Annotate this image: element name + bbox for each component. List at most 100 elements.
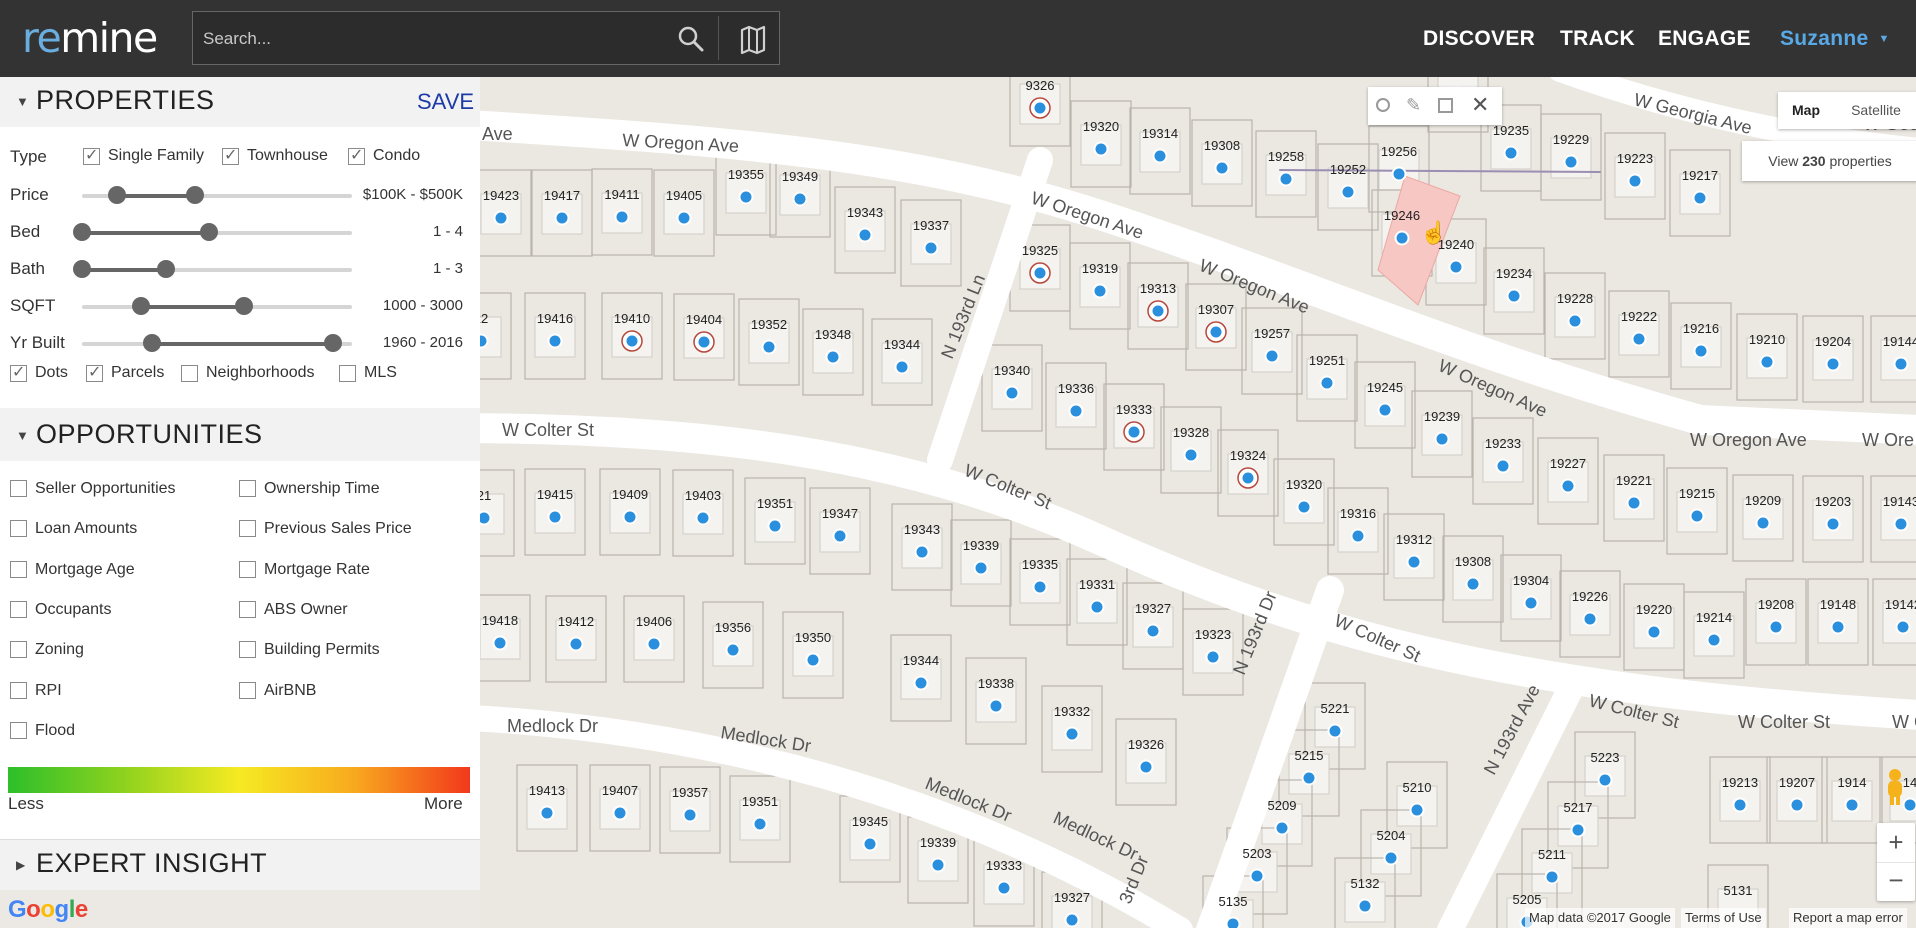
property-dot[interactable]: [1830, 619, 1846, 635]
property-dot[interactable]: [547, 333, 563, 349]
property-dot[interactable]: [1126, 424, 1142, 440]
property-dot[interactable]: [1626, 495, 1642, 511]
property-dot[interactable]: [1249, 868, 1265, 884]
property-dot[interactable]: [1759, 354, 1775, 370]
property-dot[interactable]: [1825, 516, 1841, 532]
range-slider-track[interactable]: [73, 260, 352, 278]
property-dot[interactable]: [825, 349, 841, 365]
property-dot[interactable]: [1844, 797, 1860, 813]
property-dot[interactable]: [930, 857, 946, 873]
range-slider-track[interactable]: [82, 334, 352, 352]
opportunity-checkbox[interactable]: [10, 641, 27, 659]
type-checkbox[interactable]: [83, 145, 100, 165]
property-dot[interactable]: [1205, 649, 1221, 665]
property-dot[interactable]: [914, 544, 930, 560]
property-dot[interactable]: [612, 805, 628, 821]
terms-of-use-link[interactable]: Terms of Use: [1681, 908, 1766, 928]
property-dot[interactable]: [554, 210, 570, 226]
property-dot[interactable]: [1350, 528, 1366, 544]
range-slider-track[interactable]: [73, 223, 352, 241]
property-dot[interactable]: [1274, 820, 1290, 836]
property-dot[interactable]: [614, 209, 630, 225]
property-dot[interactable]: [547, 509, 563, 525]
property-dot[interactable]: [1582, 611, 1598, 627]
street-view-pegman-icon[interactable]: [1877, 767, 1913, 813]
property-dot[interactable]: [568, 636, 584, 652]
property-dot[interactable]: [1377, 402, 1393, 418]
range-slider-max-handle[interactable]: [186, 186, 205, 204]
opportunity-checkbox[interactable]: [239, 520, 256, 538]
opportunity-checkbox[interactable]: [10, 560, 27, 578]
property-dot[interactable]: [913, 675, 929, 691]
property-dot[interactable]: [1434, 431, 1450, 447]
property-dot[interactable]: [1138, 759, 1154, 775]
map-view-icon[interactable]: [737, 24, 769, 56]
property-dot[interactable]: [1357, 898, 1373, 914]
property-dot[interactable]: [832, 528, 848, 544]
layer-checkbox[interactable]: [181, 365, 198, 382]
property-dot[interactable]: [1563, 154, 1579, 170]
property-dot[interactable]: [767, 518, 783, 534]
property-dot[interactable]: [1004, 385, 1020, 401]
property-dot[interactable]: [682, 807, 698, 823]
zoom-in-button[interactable]: +: [1877, 823, 1915, 863]
nav-track[interactable]: TRACK: [1560, 0, 1635, 77]
opportunity-checkbox[interactable]: [10, 480, 27, 497]
property-dot[interactable]: [1768, 619, 1784, 635]
properties-header[interactable]: ▼ PROPERTIES SAVE: [0, 77, 480, 127]
property-dot[interactable]: [1560, 478, 1576, 494]
opportunity-checkbox[interactable]: [239, 560, 256, 578]
property-dot[interactable]: [1089, 599, 1105, 615]
property-dot[interactable]: [480, 333, 489, 349]
property-dot[interactable]: [1895, 619, 1911, 635]
report-map-error-link[interactable]: Report a map error: [1789, 908, 1907, 928]
property-dot[interactable]: [1523, 595, 1539, 611]
property-dot[interactable]: [1296, 499, 1312, 515]
draw-rectangle-icon[interactable]: [1438, 98, 1453, 113]
property-dot[interactable]: [1240, 470, 1256, 486]
zoom-out-button[interactable]: −: [1877, 863, 1915, 901]
property-dot[interactable]: [988, 698, 1004, 714]
close-icon[interactable]: ✕: [1471, 92, 1489, 118]
property-dot[interactable]: [1032, 579, 1048, 595]
property-dot[interactable]: [1340, 184, 1356, 200]
property-dot[interactable]: [738, 189, 754, 205]
property-dot[interactable]: [725, 642, 741, 658]
property-dot[interactable]: [1789, 797, 1805, 813]
property-dot[interactable]: [923, 240, 939, 256]
property-dot[interactable]: [1225, 916, 1241, 928]
property-dot[interactable]: [1544, 869, 1560, 885]
property-dot[interactable]: [646, 636, 662, 652]
property-dot[interactable]: [1706, 632, 1722, 648]
save-button[interactable]: SAVE: [417, 89, 474, 115]
property-dot[interactable]: [894, 359, 910, 375]
property-dot[interactable]: [493, 210, 509, 226]
search-input[interactable]: [201, 20, 665, 58]
property-dot[interactable]: [1406, 554, 1422, 570]
property-dot[interactable]: [1689, 508, 1705, 524]
property-dot[interactable]: [1692, 190, 1708, 206]
property-dot[interactable]: [1893, 356, 1909, 372]
property-dot[interactable]: [624, 333, 640, 349]
type-checkbox[interactable]: [348, 145, 365, 165]
opportunity-checkbox[interactable]: [10, 681, 27, 699]
property-dot[interactable]: [480, 510, 492, 526]
range-slider-min-handle[interactable]: [143, 334, 162, 352]
expert-insight-header[interactable]: ▶ EXPERT INSIGHT: [0, 839, 480, 890]
property-dot[interactable]: [1409, 802, 1425, 818]
property-dot[interactable]: [1597, 772, 1613, 788]
layer-checkbox[interactable]: [10, 362, 27, 382]
property-dot[interactable]: [695, 510, 711, 526]
property-dot[interactable]: [1093, 141, 1109, 157]
property-dot[interactable]: [1567, 313, 1583, 329]
property-dot[interactable]: [1264, 348, 1280, 364]
search-icon[interactable]: [676, 24, 706, 56]
opportunity-checkbox[interactable]: [239, 600, 256, 618]
property-dot[interactable]: [1465, 576, 1481, 592]
property-dot[interactable]: [622, 509, 638, 525]
range-slider-track[interactable]: [82, 186, 352, 204]
range-slider-max-handle[interactable]: [156, 260, 175, 278]
property-dot[interactable]: [862, 836, 878, 852]
property-dot[interactable]: [1394, 230, 1410, 246]
property-dot[interactable]: [1150, 303, 1166, 319]
